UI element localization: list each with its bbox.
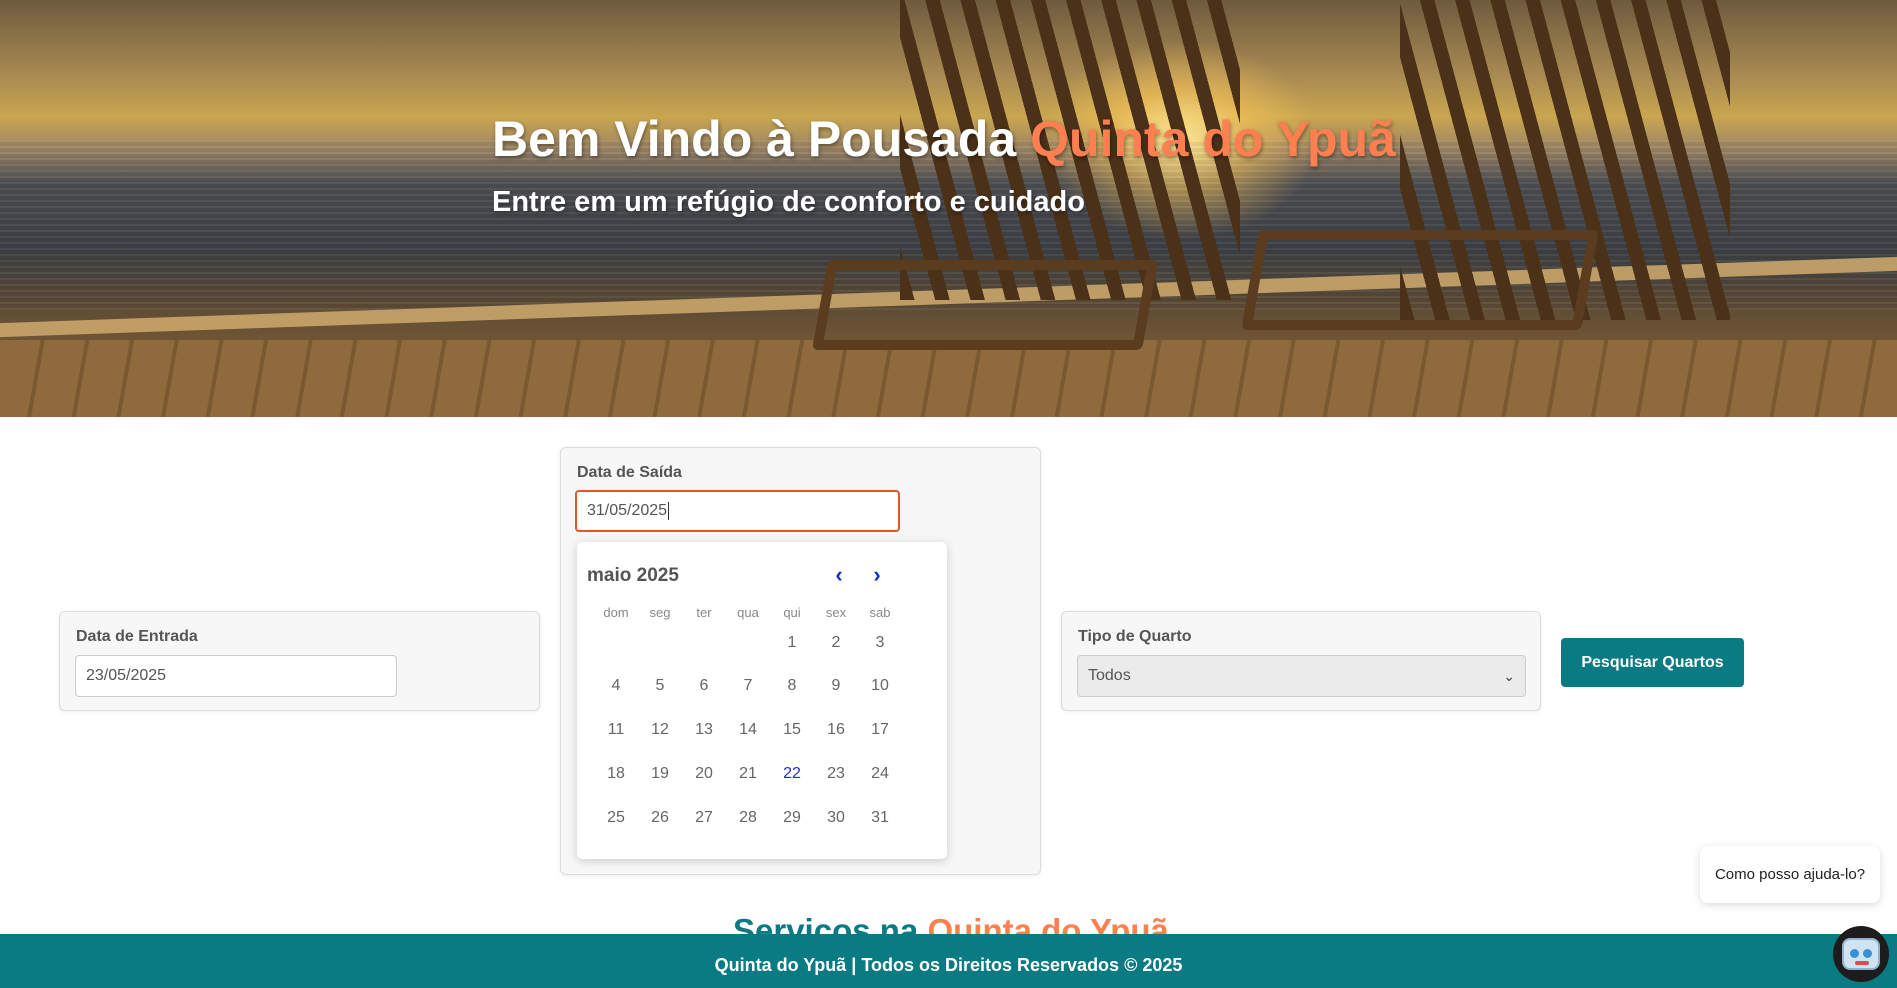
day-cell[interactable]: 7 [726,664,770,708]
site-footer: Quinta do Ypuã | Todos os Direitos Reser… [0,934,1897,988]
text-caret [668,501,670,520]
week-row: 25 26 27 28 29 30 31 [594,796,902,840]
weekday-header-row: dom seg ter qua qui sex sab [594,602,902,622]
day-cell[interactable]: 30 [814,796,858,840]
day-cell[interactable]: 21 [726,752,770,796]
day-cell[interactable]: 6 [682,664,726,708]
room-type-card: Tipo de Quarto Todos ⌄ [1061,611,1541,711]
week-row: 11 12 13 14 15 16 17 [594,708,902,752]
day-cell[interactable]: 10 [858,664,902,708]
empty-day-cell [682,622,726,664]
empty-day-cell [726,622,770,664]
datepicker-month-label: maio 2025 [587,565,679,586]
day-cell[interactable]: 5 [638,664,682,708]
chevron-down-icon: ⌄ [1503,668,1515,684]
hero-deck [0,340,1897,417]
checkout-date-input[interactable]: 31/05/2025 [575,490,900,532]
day-cell[interactable]: 18 [594,752,638,796]
day-cell[interactable]: 24 [858,752,902,796]
weekday-label: qui [783,604,801,620]
day-cell[interactable]: 4 [594,664,638,708]
room-type-selected: Todos [1088,667,1131,684]
room-type-select[interactable]: Todos ⌄ [1077,655,1526,697]
chevron-right-icon[interactable]: › [864,560,890,590]
hero-title-accent: Quinta do Ypuã [1030,111,1396,167]
hero-content: Bem Vindo à Pousada Quinta do Ypuã Entre… [492,110,1396,219]
weekday-label: sex [825,604,847,620]
day-cell[interactable]: 23 [814,752,858,796]
week-row: 123 [594,622,902,664]
day-cell[interactable]: 11 [594,708,638,752]
hero-chair-seat-left [812,260,1158,350]
day-cell[interactable]: 19 [638,752,682,796]
datepicker-grid: dom seg ter qua qui sex sab 1 2 3 4 5 6 7 8 9 10 1… [594,602,902,840]
checkin-label: Data de Entrada [76,628,198,645]
datepicker-popup: maio 2025 ‹ › dom seg ter qua qui sex sa… [577,542,947,859]
robot-icon[interactable] [1833,926,1889,982]
hero-subtitle: Entre em um refúgio de conforto e cuidad… [492,186,1085,218]
hero-title: Bem Vindo à Pousada Quinta do Ypuã [492,110,1396,168]
search-rooms-button[interactable]: Pesquisar Quartos [1561,638,1744,687]
hero-banner: Bem Vindo à Pousada Quinta do Ypuã Entre… [0,0,1897,417]
day-cell[interactable]: 20 [682,752,726,796]
day-cell[interactable]: 3 [858,622,902,664]
robot-mouth [1855,961,1869,965]
day-cell[interactable]: 2 [814,622,858,664]
day-cell[interactable]: 15 [770,708,814,752]
weekday-label: qua [737,604,759,620]
day-cell[interactable]: 28 [726,796,770,840]
hero-chair-seat-right [1241,230,1599,330]
empty-day-cell [594,622,638,664]
robot-face [1842,938,1880,970]
day-cell[interactable]: 25 [594,796,638,840]
week-row: 4 5 6 7 8 9 10 [594,664,902,708]
checkout-label: Data de Saída [577,464,682,481]
weekday-label: ter [696,604,712,620]
room-type-label: Tipo de Quarto [1078,628,1192,645]
datepicker-days: 1 2 3 4 5 6 7 8 9 10 11 12 13 14 15 16 17 18 19 20 21 22 23 24 2… [594,622,902,840]
robot-eye-right [1863,949,1872,958]
day-cell[interactable]: 31 [858,796,902,840]
empty-day-cell [638,622,682,664]
checkin-date-input[interactable]: 23/05/2025 [75,655,397,697]
chevron-left-icon[interactable]: ‹ [826,560,852,590]
day-cell[interactable]: 9 [814,664,858,708]
day-cell[interactable]: 1 [770,622,814,664]
day-cell-today[interactable]: 22 [770,752,814,796]
chat-bubble[interactable]: Como posso ajuda-lo? [1700,846,1880,903]
robot-eye-left [1850,949,1859,958]
checkout-date-value: 31/05/2025 [587,502,668,519]
day-cell[interactable]: 17 [858,708,902,752]
day-cell[interactable]: 12 [638,708,682,752]
day-cell[interactable]: 27 [682,796,726,840]
weekday-label: dom [603,604,629,620]
day-cell[interactable]: 8 [770,664,814,708]
checkin-card: Data de Entrada 23/05/2025 [59,611,540,711]
day-cell[interactable]: 13 [682,708,726,752]
weekday-label: sab [869,604,891,620]
day-cell[interactable]: 26 [638,796,682,840]
day-cell[interactable]: 14 [726,708,770,752]
week-row: 18 19 20 21 22 23 24 [594,752,902,796]
hero-title-prefix: Bem Vindo à Pousada [492,111,1031,167]
day-cell[interactable]: 16 [814,708,858,752]
weekday-label: seg [649,604,671,620]
day-cell[interactable]: 29 [770,796,814,840]
